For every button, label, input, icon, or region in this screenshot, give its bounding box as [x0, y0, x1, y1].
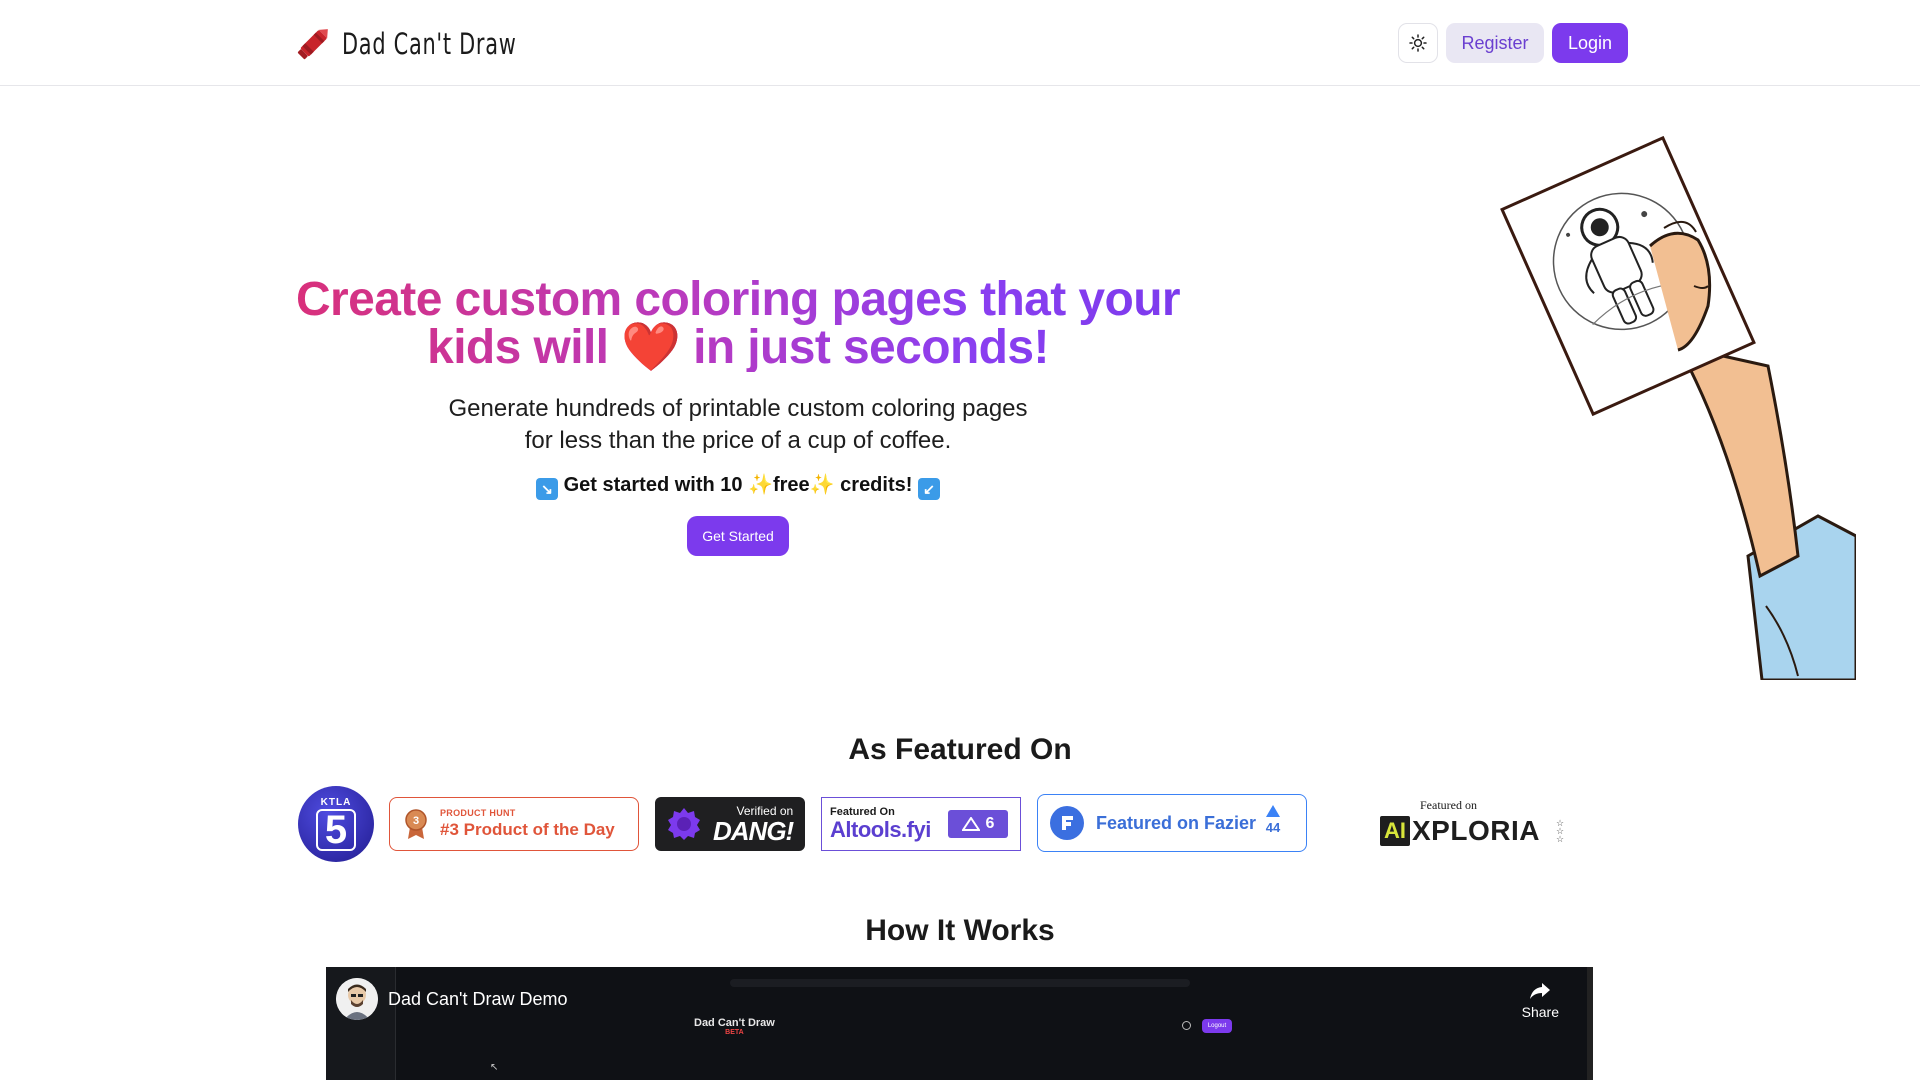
fazier-votes: 44: [1258, 805, 1288, 835]
featured-badges: KTLA 5 3 PRODUCT HUNT #3 Product of the …: [0, 786, 1920, 862]
cta-text-part2: credits!: [840, 474, 913, 496]
hero-subtitle: Generate hundreds of printable custom co…: [380, 393, 1096, 457]
dang-badge[interactable]: Verified on DANG!: [655, 797, 805, 851]
fazier-vote-count: 44: [1265, 820, 1281, 835]
ktla-label: KTLA: [320, 797, 352, 808]
aitools-text: Featured On Altools.fyi: [830, 806, 931, 842]
sparkle-icon: ✨: [748, 474, 773, 496]
product-hunt-badge[interactable]: 3 PRODUCT HUNT #3 Product of the Day: [389, 797, 639, 851]
fazier-badge[interactable]: Featured on Fazier 44: [1037, 794, 1307, 852]
video-inner-brand: Dad Can't Draw BETA: [694, 1017, 775, 1036]
video-inner-brand-name: Dad Can't Draw: [694, 1017, 775, 1029]
aixploria-logo: AI XPLORIA ☆ ☆ ☆: [1380, 815, 1564, 847]
product-hunt-rank: #3 Product of the Day: [440, 820, 615, 839]
video-inner-logout: Logout: [1202, 1019, 1232, 1033]
cursor-icon: ↖: [490, 1062, 499, 1073]
product-hunt-text: PRODUCT HUNT #3 Product of the Day: [440, 808, 615, 840]
dang-name: DANG!: [713, 816, 794, 846]
medal-number: 3: [413, 815, 419, 827]
aitools-name: Altools.fyi: [830, 817, 931, 842]
site-header: Dad Can't Draw Register Login: [0, 0, 1920, 86]
hero-title-part2: in just seconds!: [693, 321, 1049, 374]
ktla-number: 5: [315, 809, 357, 851]
hand-holding-coloring-page-icon: [1500, 136, 1856, 680]
arrow-down-left-icon: ↙: [917, 478, 940, 500]
verified-seal-icon: [668, 808, 700, 840]
login-button[interactable]: Login: [1552, 23, 1628, 63]
cta-free-text: free: [772, 474, 810, 496]
demo-video-player[interactable]: Dad Can't Draw Demo Share Dad Can't Draw…: [326, 967, 1593, 1080]
aitools-count: 6: [985, 815, 995, 832]
free-credits-callout: ↘ Get started with 10 ✨free✨ credits! ↙: [380, 472, 1096, 500]
cta-text-part1: Get started with 10: [563, 474, 743, 496]
sparkle-icon: ✨: [809, 474, 835, 496]
hero-subtitle-line2: for less than the price of a cup of coff…: [524, 427, 952, 454]
theme-toggle-button[interactable]: [1398, 23, 1438, 63]
aitools-upvote-count: 6: [948, 810, 1008, 838]
hero-subtitle-line1: Generate hundreds of printable custom co…: [448, 395, 1028, 422]
heart-emoji: ❤️: [621, 321, 681, 374]
share-label: Share: [1521, 1004, 1559, 1020]
share-arrow-icon: [1530, 983, 1551, 999]
featured-title: As Featured On: [848, 733, 1072, 766]
aixploria-featured-label: Featured on: [1420, 798, 1477, 812]
medal-icon: 3: [405, 809, 427, 839]
video-scrollbar: [1587, 967, 1593, 1080]
aixploria-ai: AI: [1380, 816, 1410, 846]
video-inner-beta: BETA: [725, 1029, 744, 1036]
fazier-text: Featured on Fazier: [1096, 812, 1257, 833]
video-title[interactable]: Dad Can't Draw Demo: [388, 989, 568, 1010]
aixploria-badge[interactable]: Featured on AI XPLORIA ☆ ☆ ☆: [1380, 798, 1580, 854]
video-urlbar: [730, 979, 1190, 987]
sun-icon: [1409, 34, 1427, 52]
mountain-icon: [961, 817, 980, 831]
brand-name: Dad Can't Draw: [342, 27, 517, 61]
fazier-logo-icon: [1050, 806, 1084, 840]
aixploria-name: XPLORIA: [1412, 815, 1540, 846]
hero-title: Create custom coloring pages that your k…: [290, 276, 1186, 372]
crayon-icon: [297, 29, 328, 60]
product-hunt-label: PRODUCT HUNT: [440, 808, 516, 818]
register-button[interactable]: Register: [1446, 23, 1544, 63]
ktla-badge[interactable]: KTLA 5: [298, 786, 374, 862]
share-button[interactable]: Share: [1522, 981, 1559, 1020]
brand-link[interactable]: Dad Can't Draw: [292, 24, 584, 64]
dang-text: Verified on DANG!: [713, 804, 794, 846]
moon-icon: [1182, 1021, 1191, 1030]
how-it-works-title: How It Works: [865, 914, 1055, 947]
upvote-triangle-icon: [1266, 805, 1280, 817]
get-started-button[interactable]: Get Started: [687, 516, 789, 556]
aitools-badge[interactable]: Featured On Altools.fyi 6: [821, 797, 1021, 851]
stars-icon: ☆ ☆ ☆: [1555, 818, 1565, 844]
channel-avatar[interactable]: [336, 978, 378, 1020]
arrow-down-right-icon: ↘: [536, 478, 559, 500]
